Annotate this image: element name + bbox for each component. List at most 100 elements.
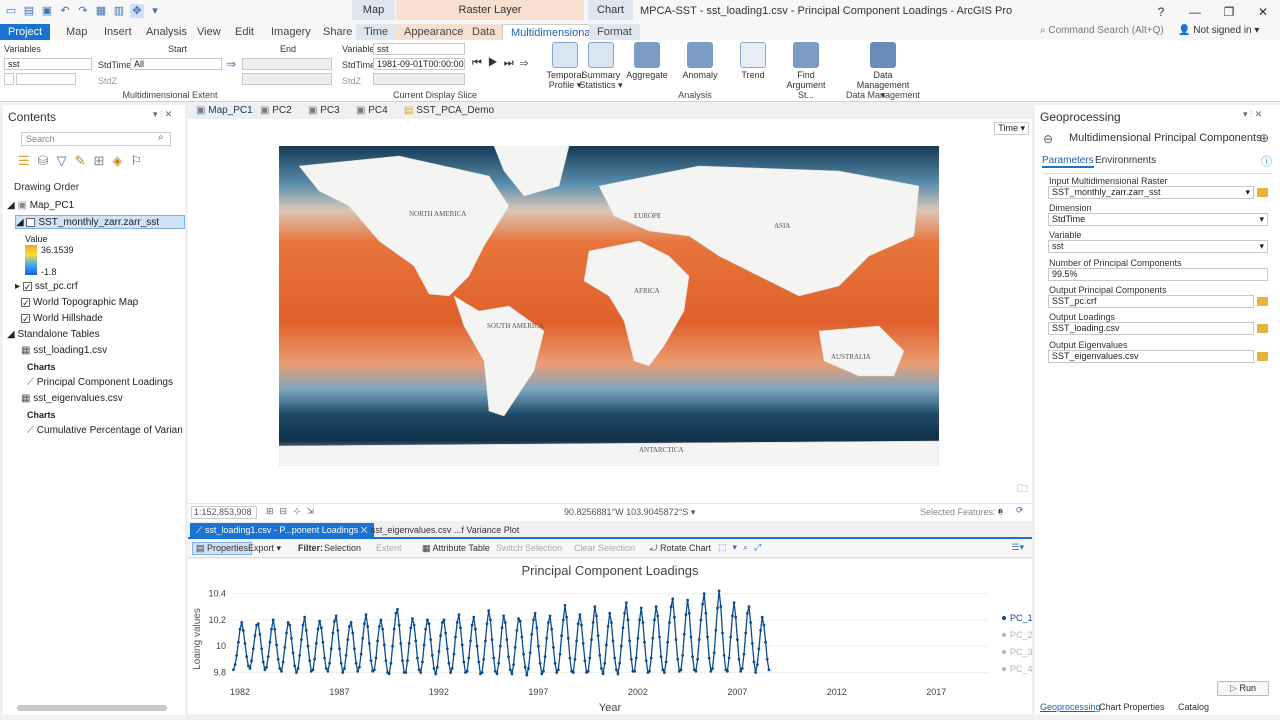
extent-toggle[interactable] (4, 73, 14, 85)
tab-time[interactable]: Time (356, 24, 397, 40)
tab-appearance[interactable]: Appearance (396, 24, 472, 40)
folder-icon[interactable]: 🗀 (1017, 480, 1028, 499)
data-point[interactable] (424, 627, 428, 631)
data-point[interactable] (651, 636, 655, 640)
data-point[interactable] (611, 639, 615, 643)
data-point[interactable] (275, 643, 278, 647)
data-point[interactable] (346, 638, 350, 641)
chart-pc-loadings[interactable]: ⟋ Principal Component Loadings (27, 376, 173, 390)
data-point[interactable] (624, 601, 628, 605)
data-point[interactable] (707, 656, 711, 660)
data-point[interactable] (694, 669, 698, 673)
data-point[interactable] (571, 671, 575, 674)
data-point[interactable] (729, 635, 733, 639)
tab-share[interactable]: Share (315, 24, 360, 40)
data-point[interactable] (581, 642, 585, 645)
contents-scrollbar[interactable] (17, 705, 167, 711)
data-point[interactable] (391, 644, 394, 648)
pane-controls[interactable]: ▾ ⫶ ✕ (1243, 109, 1262, 120)
anomaly-button[interactable]: Anomaly (673, 42, 727, 80)
data-point[interactable] (722, 654, 726, 657)
data-point[interactable] (605, 643, 608, 647)
tab-analysis[interactable]: Analysis (138, 24, 195, 40)
data-point[interactable] (558, 652, 562, 656)
data-point[interactable] (601, 672, 605, 676)
data-point[interactable] (422, 643, 426, 647)
data-point[interactable] (663, 671, 666, 674)
data-point[interactable] (367, 642, 371, 645)
data-point[interactable] (754, 671, 757, 674)
data-point[interactable] (290, 636, 293, 640)
data-point[interactable] (684, 613, 688, 616)
data-point[interactable] (437, 650, 441, 653)
data-point[interactable] (314, 642, 318, 645)
data-point[interactable] (450, 667, 454, 670)
data-point[interactable] (671, 597, 675, 601)
variable-field[interactable]: sst ▾ (1048, 240, 1268, 253)
data-point[interactable] (296, 667, 300, 670)
data-point[interactable] (717, 589, 721, 593)
chart-tab-eigenvalues[interactable]: ⟋ sst_eigenvalues.csv ...f Variance Plot (356, 523, 525, 537)
data-point[interactable] (369, 659, 373, 662)
data-point[interactable] (702, 592, 706, 595)
time-slider-toggle[interactable]: Time ▾ (994, 122, 1029, 135)
data-point[interactable] (661, 668, 665, 672)
data-point[interactable] (336, 629, 340, 632)
data-point[interactable] (329, 647, 333, 651)
data-point[interactable] (591, 621, 595, 624)
data-point[interactable] (515, 629, 519, 632)
data-point[interactable] (248, 667, 252, 670)
tab-parameters[interactable]: Parameters (1042, 155, 1094, 168)
data-point[interactable] (676, 657, 680, 661)
data-point[interactable] (727, 656, 731, 660)
data-point[interactable] (553, 661, 557, 665)
data-point[interactable] (316, 627, 320, 631)
data-point[interactable] (649, 656, 653, 660)
data-point[interactable] (495, 672, 499, 676)
data-point[interactable] (513, 646, 517, 649)
layer-visibility-checkbox[interactable] (22, 280, 32, 294)
tab-data[interactable]: Data (464, 24, 504, 40)
data-point[interactable] (656, 614, 660, 618)
data-point[interactable] (716, 606, 719, 610)
data-point[interactable] (334, 614, 338, 618)
data-point[interactable] (740, 667, 744, 670)
tab-format[interactable]: Format (589, 24, 640, 40)
legend-item-pc_1[interactable]: PC_1 (1010, 613, 1033, 623)
data-point[interactable] (419, 671, 423, 674)
chart-tab-loadings[interactable]: ⟋ sst_loading1.csv - P...ponent Loadings… (190, 523, 374, 537)
data-point[interactable] (266, 655, 270, 659)
data-point[interactable] (626, 618, 630, 622)
variables-combo[interactable]: sst (4, 58, 92, 70)
data-point[interactable] (697, 638, 701, 641)
data-point[interactable] (712, 651, 716, 655)
data-point[interactable] (482, 657, 486, 661)
data-point[interactable] (361, 636, 365, 640)
data-point[interactable] (429, 638, 433, 641)
pane-controls[interactable]: ▾ ⫶ ✕ (153, 109, 172, 120)
data-point[interactable] (442, 618, 446, 622)
data-point[interactable] (767, 668, 771, 672)
data-point[interactable] (265, 665, 268, 669)
data-point[interactable] (681, 654, 685, 657)
data-point[interactable] (328, 661, 331, 665)
data-point[interactable] (621, 626, 625, 630)
data-point[interactable] (263, 668, 267, 672)
data-point[interactable] (237, 640, 240, 644)
data-point[interactable] (731, 614, 734, 618)
save-icon[interactable]: ▣ (40, 4, 54, 18)
data-point[interactable] (304, 629, 308, 632)
data-point[interactable] (696, 657, 699, 661)
standalone-tables-node[interactable]: ◢ Standalone Tables (7, 328, 100, 342)
help-icon[interactable]: ⓘ (1261, 153, 1272, 169)
data-point[interactable] (364, 613, 368, 616)
data-point[interactable] (411, 617, 414, 620)
data-point[interactable] (583, 659, 587, 662)
data-point[interactable] (485, 622, 489, 626)
data-point[interactable] (407, 642, 411, 645)
data-point[interactable] (701, 602, 704, 606)
num-components-field[interactable]: 99.5% (1048, 268, 1268, 281)
data-point[interactable] (387, 672, 391, 676)
tab-environments[interactable]: Environments (1095, 155, 1156, 166)
export-button[interactable]: Export ▾ (248, 543, 281, 554)
